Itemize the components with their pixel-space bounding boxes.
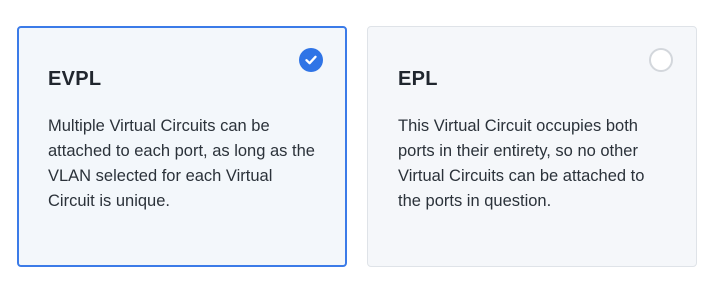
option-description-epl: This Virtual Circuit occupies both ports… [398,117,645,210]
option-card-evpl[interactable]: EVPL Multiple Virtual Circuits can be at… [17,26,347,267]
radio-unchecked-icon[interactable] [649,48,673,72]
option-card-epl[interactable]: EPL This Virtual Circuit occupies both p… [367,26,697,267]
option-title-epl: EPL [398,68,438,90]
circuit-type-options: EVPL Multiple Virtual Circuits can be at… [0,0,727,292]
option-title-evpl: EVPL [48,68,102,90]
option-description-evpl: Multiple Virtual Circuits can be attache… [48,117,315,210]
check-circle-icon[interactable] [299,48,323,72]
